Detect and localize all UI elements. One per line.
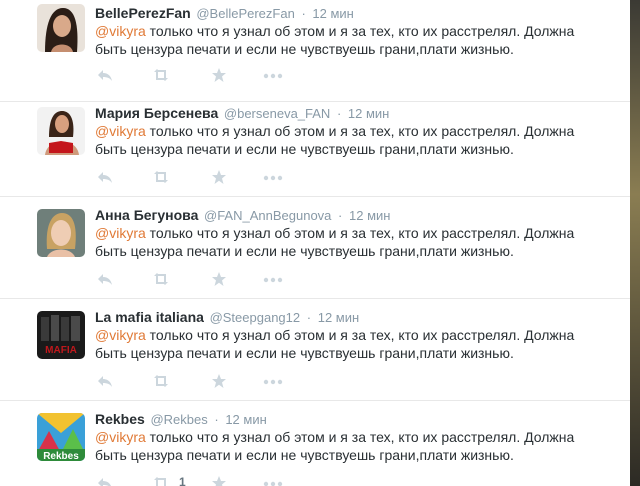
favorite-star-icon[interactable] (211, 67, 227, 88)
tweet-actions: 1 (95, 475, 315, 486)
tweet-text: @vikyra только что я узнал об этом и я з… (95, 122, 595, 158)
retweet-icon[interactable] (151, 373, 171, 394)
favorite-star-icon[interactable] (211, 475, 227, 486)
reply-icon[interactable] (97, 475, 113, 486)
tweet-text: @vikyra только что я узнал об этом и я з… (95, 224, 595, 260)
reply-icon[interactable] (97, 373, 113, 394)
tweet-feed: BellePerezFan @BellePerezFan · 12 мин @v… (0, 0, 630, 486)
author-handle[interactable]: @berseneva_FAN (224, 106, 330, 121)
mention-link[interactable]: @vikyra (95, 23, 146, 39)
favorite-star-icon[interactable] (211, 271, 227, 292)
more-options-icon[interactable] (263, 67, 283, 88)
background-edge (630, 0, 640, 486)
tweet-timestamp[interactable]: 12 мин (225, 412, 266, 427)
retweet-icon[interactable] (151, 169, 171, 190)
tweet-actions (95, 169, 315, 185)
author-name[interactable]: BellePerezFan (95, 5, 191, 21)
tweet-actions (95, 67, 315, 83)
tweet-header: La mafia italiana @Steepgang12 · 12 мин (95, 309, 359, 325)
tweet-text-line: быть цензура печати и если не чувствуешь… (95, 345, 514, 361)
separator-dot: · (306, 310, 312, 325)
author-handle[interactable]: @Steepgang12 (210, 310, 301, 325)
retweet-count: 1 (179, 475, 186, 486)
tweet-text-line: только что я узнал об этом и я за тех, к… (145, 429, 575, 445)
separator-dot: · (336, 106, 342, 121)
tweet-item[interactable]: BellePerezFan @BellePerezFan · 12 мин @v… (0, 0, 630, 102)
separator-dot: · (338, 208, 343, 223)
tweet-header: BellePerezFan @BellePerezFan · 12 мин (95, 5, 354, 21)
tweet-text-line: быть цензура печати и если не чувствуешь… (95, 141, 514, 157)
mention-link[interactable]: @vikyra (95, 429, 146, 445)
avatar[interactable] (37, 209, 85, 257)
author-name[interactable]: Мария Берсенева (95, 105, 218, 121)
retweet-icon[interactable] (151, 67, 171, 88)
tweet-header: Rekbes @Rekbes · 12 мин (95, 411, 267, 427)
author-name[interactable]: La mafia italiana (95, 309, 204, 325)
tweet-text-line: только что я узнал об этом и я за тех, к… (145, 327, 575, 343)
woman-blonde-avatar-icon (37, 209, 85, 257)
mention-link[interactable]: @vikyra (95, 123, 146, 139)
tweet-text-line: быть цензура печати и если не чувствуешь… (95, 447, 514, 463)
mention-link[interactable]: @vikyra (95, 225, 146, 241)
more-options-icon[interactable] (263, 271, 283, 292)
mafia-poster-avatar-icon: MAFIA (37, 311, 85, 359)
tweet-item[interactable]: Rekbes Rekbes @Rekbes · 12 мин @vikyra т… (0, 401, 630, 486)
author-name[interactable]: Rekbes (95, 411, 145, 427)
woman-dark-hair-avatar-icon (37, 4, 85, 52)
avatar[interactable] (37, 4, 85, 52)
tweet-text-line: только что я узнал об этом и я за тех, к… (145, 23, 575, 39)
author-name[interactable]: Анна Бегунова (95, 207, 198, 223)
favorite-star-icon[interactable] (211, 373, 227, 394)
separator-dot: · (214, 412, 219, 427)
more-options-icon[interactable] (263, 475, 283, 486)
tweet-actions (95, 271, 315, 287)
tweet-item[interactable]: MAFIA La mafia italiana @Steepgang12 · 1… (0, 299, 630, 401)
woman-red-top-avatar-icon (37, 107, 85, 155)
author-handle[interactable]: @BellePerezFan (196, 6, 294, 21)
reply-icon[interactable] (97, 169, 113, 190)
rekbes-logo-avatar-icon: Rekbes (37, 413, 85, 461)
tweet-text: @vikyra только что я узнал об этом и я з… (95, 428, 595, 464)
tweet-header: Анна Бегунова @FAN_AnnBegunova · 12 мин (95, 207, 390, 223)
reply-icon[interactable] (97, 271, 113, 292)
tweet-text-line: только что я узнал об этом и я за тех, к… (145, 123, 575, 139)
tweet-timestamp[interactable]: 12 мин (349, 208, 390, 223)
tweet-text-line: только что я узнал об этом и я за тех, к… (145, 225, 575, 241)
tweet-timestamp[interactable]: 12 мин (348, 106, 389, 121)
tweet-timestamp[interactable]: 12 мин (312, 6, 353, 21)
tweet-item[interactable]: Анна Бегунова @FAN_AnnBegunova · 12 мин … (0, 197, 630, 299)
retweet-icon[interactable] (151, 271, 171, 292)
reply-icon[interactable] (97, 67, 113, 88)
tweet-item[interactable]: Мария Берсенева @berseneva_FAN · 12 мин … (0, 95, 630, 197)
author-handle[interactable]: @FAN_AnnBegunova (204, 208, 331, 223)
avatar[interactable]: Rekbes (37, 413, 85, 461)
favorite-star-icon[interactable] (211, 169, 227, 190)
more-options-icon[interactable] (263, 169, 283, 190)
retweet-icon[interactable] (151, 475, 171, 486)
tweet-text-line: быть цензура печати и если не чувствуешь… (95, 243, 514, 259)
author-handle[interactable]: @Rekbes (150, 412, 207, 427)
tweet-header: Мария Берсенева @berseneva_FAN · 12 мин (95, 105, 389, 121)
tweet-actions (95, 373, 315, 389)
tweet-text-line: быть цензура печати и если не чувствуешь… (95, 41, 514, 57)
mention-link[interactable]: @vikyra (95, 327, 146, 343)
separator-dot: · (301, 6, 306, 21)
tweet-text: @vikyra только что я узнал об этом и я з… (95, 326, 595, 362)
tweet-text: @vikyra только что я узнал об этом и я з… (95, 22, 595, 58)
avatar[interactable] (37, 107, 85, 155)
tweet-timestamp[interactable]: 12 мин (318, 310, 359, 325)
avatar[interactable]: MAFIA (37, 311, 85, 359)
avatar-label: Rekbes (43, 451, 79, 461)
avatar-label: MAFIA (45, 345, 77, 356)
more-options-icon[interactable] (263, 373, 283, 394)
